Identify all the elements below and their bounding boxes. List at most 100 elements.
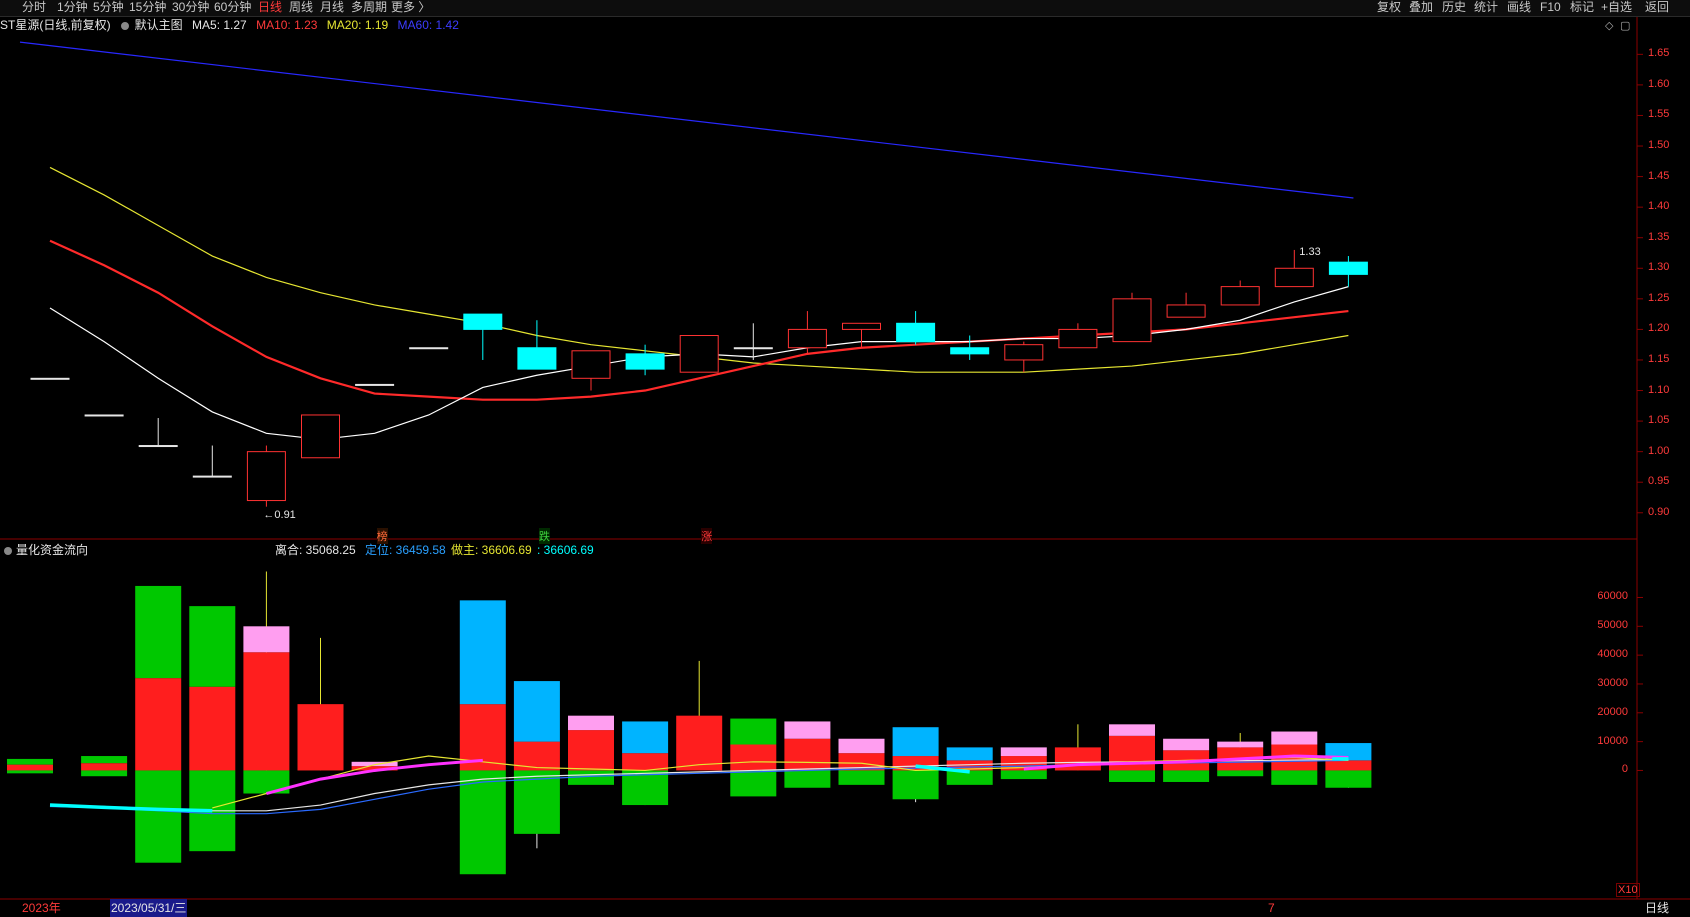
high-price-label: 1.33 [1299, 245, 1321, 258]
candle-body [1274, 267, 1314, 288]
indicator-tick-label: 0 [1621, 763, 1628, 776]
flow-bar-green-neg [1000, 770, 1047, 780]
flow-bar-green-neg [784, 770, 831, 788]
flow-bar-green-neg [1271, 770, 1318, 785]
price-tick-label: 1.10 [1648, 383, 1670, 396]
indicator-tick-label: 40000 [1597, 648, 1628, 661]
flow-bar-green-neg [1217, 770, 1264, 777]
flow-bar-pink [1109, 724, 1155, 736]
indicator-tick-label: 50000 [1597, 619, 1628, 632]
event-tag-die[interactable]: 跌 [538, 528, 550, 544]
candle-body [625, 353, 665, 370]
candle-body [517, 347, 557, 370]
indicator-tick-label: 20000 [1597, 705, 1628, 718]
price-tick-label: 1.15 [1648, 352, 1670, 365]
flow-bar-blue [622, 721, 669, 754]
price-tick-label: 1.30 [1648, 261, 1670, 274]
candle-body [679, 335, 719, 373]
period-switch[interactable]: 日线 [1645, 899, 1669, 917]
price-tick-label: 1.65 [1648, 47, 1670, 60]
candle-body [301, 414, 340, 459]
candle-body [84, 414, 124, 417]
indicator-tick-label: 60000 [1597, 590, 1628, 603]
flow-bar-green-neg [459, 770, 506, 875]
flow-bar-green-neg [7, 770, 53, 774]
flow-bar-red [676, 715, 723, 771]
flow-bar-red [622, 753, 669, 771]
flow-bar-green-neg [946, 770, 993, 785]
flow-bar-pink [784, 721, 831, 739]
flow-bar-red [243, 652, 290, 771]
flow-bar-green-neg [1163, 770, 1210, 782]
flow-bar-red [730, 744, 777, 771]
candle-body [1166, 304, 1206, 318]
flow-bar-red [189, 686, 236, 771]
flow-bar-green [135, 585, 182, 679]
ma60-line [19, 41, 1354, 199]
flow-bar-green-neg [1325, 770, 1372, 788]
price-tick-label: 1.05 [1648, 414, 1670, 427]
candle-body [571, 350, 611, 379]
candle-body [896, 322, 936, 343]
flow-bar-red [784, 738, 831, 771]
flow-bar-pink [1000, 747, 1047, 757]
price-tick-label: 1.35 [1648, 230, 1670, 243]
chart-canvas[interactable] [0, 0, 1690, 917]
price-tick-label: 1.60 [1648, 77, 1670, 90]
flow-bar-red [135, 678, 182, 771]
flow-bar-pink [1163, 738, 1210, 751]
candle-body [787, 328, 827, 349]
price-tick-label: 1.50 [1648, 139, 1670, 152]
candle-body [409, 347, 449, 350]
flow-bar-green [730, 718, 777, 745]
flow-bar-red [1325, 760, 1372, 771]
flow-bar-green-neg [730, 770, 777, 797]
flow-bar-red [568, 730, 614, 771]
price-tick-label: 1.20 [1648, 322, 1670, 335]
price-tick-label: 1.00 [1648, 444, 1670, 457]
flow-bar-green-neg [892, 770, 939, 800]
flow-bar-green [81, 756, 128, 764]
flow-bar-red [297, 704, 344, 771]
flow-bar-pink [1271, 731, 1318, 745]
price-tick-label: 1.25 [1648, 291, 1670, 304]
price-tick-label: 1.40 [1648, 200, 1670, 213]
event-tag-bang[interactable]: 榜 [376, 528, 388, 544]
low-price-label: ←0.91 [263, 508, 296, 521]
flow-bar-red [7, 764, 53, 771]
crosshair-date-label: 2023/05/31/三 [110, 899, 188, 917]
candle-body [463, 313, 503, 330]
price-tick-label: 0.95 [1648, 475, 1670, 488]
indicator-tick-label: 10000 [1597, 734, 1628, 747]
candle-body [138, 445, 178, 448]
multiplier-badge: X10 [1616, 883, 1640, 897]
candle-body [1004, 344, 1044, 361]
flow-bar-green-neg [135, 770, 182, 863]
flow-bar-pink [568, 715, 614, 731]
month-tick-label: 7 [1268, 901, 1275, 915]
candle-body [192, 475, 232, 478]
event-tag-zhang[interactable]: 涨 [701, 528, 713, 544]
indicator-tick-label: 30000 [1597, 676, 1628, 689]
flow-bar-blue [513, 681, 560, 742]
flow-bar-green [189, 606, 236, 687]
flow-bar-pink [243, 626, 290, 653]
flow-bar-pink [838, 738, 885, 754]
candle-body [842, 322, 881, 330]
flow-bar-green [7, 758, 53, 765]
time-axis: 2023年 2023/05/31/三 7 日线 [0, 899, 1690, 917]
flow-bar-red [81, 763, 128, 771]
flow-bar-green-neg [838, 770, 885, 785]
flow-bar-green-neg [81, 770, 128, 777]
price-tick-label: 1.55 [1648, 108, 1670, 121]
candle-body [1328, 261, 1368, 275]
flow-bar-pink [1217, 741, 1264, 748]
candle-body [1058, 328, 1098, 349]
flow-bar-blue [946, 747, 993, 761]
candle-body [246, 451, 286, 502]
flow-bar-blue [459, 600, 506, 705]
price-tick-label: 1.45 [1648, 169, 1670, 182]
flow-bar-red [1109, 735, 1155, 771]
ma10-line [49, 239, 1349, 401]
candle-body [733, 347, 773, 350]
